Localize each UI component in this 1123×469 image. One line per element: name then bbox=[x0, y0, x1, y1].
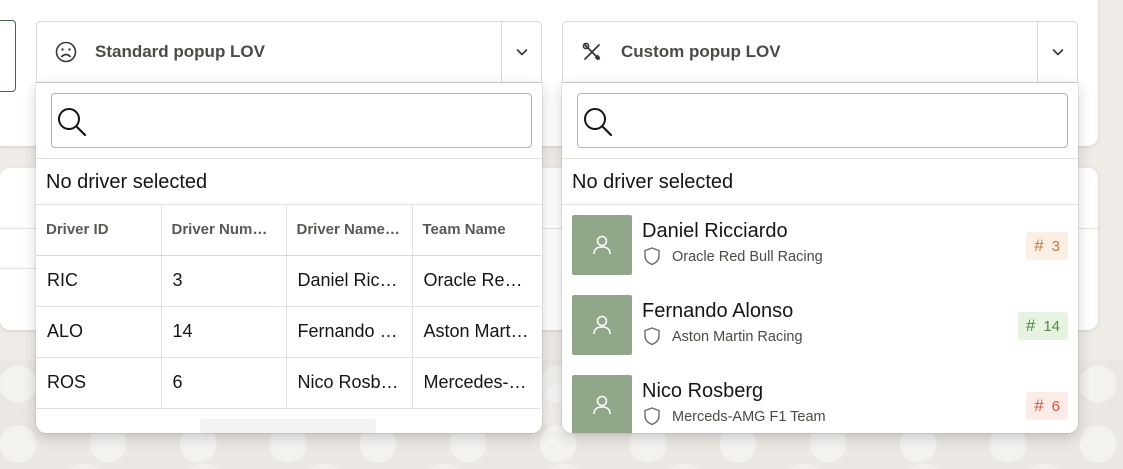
search-icon bbox=[584, 108, 613, 137]
driver-number-badge: # 3 bbox=[1026, 232, 1068, 260]
standard-lov-popup: No driver selected Driver ID Driver Numb… bbox=[36, 83, 542, 433]
column-header-driver-name[interactable]: Driver Name… bbox=[286, 205, 413, 256]
driver-name: Daniel Ricciardo bbox=[642, 220, 788, 242]
cell-driver-name: Daniel Ric… bbox=[286, 255, 413, 307]
driver-name: Nico Rosberg bbox=[642, 380, 764, 402]
no-selection-text: No driver selected bbox=[562, 158, 1078, 205]
user-icon bbox=[593, 235, 611, 255]
driver-number: 14 bbox=[1043, 317, 1060, 335]
driver-number-badge: # 14 bbox=[1017, 312, 1068, 340]
list-item[interactable]: Daniel Ricciardo Oracle Red Bull Racing … bbox=[562, 205, 1078, 285]
list-item[interactable]: Nico Rosberg Merceds-AMG F1 Team # 6 bbox=[562, 365, 1078, 433]
table-row[interactable]: ROS 6 Nico Rosb… Mercedes-… bbox=[36, 357, 541, 409]
user-icon bbox=[593, 395, 611, 415]
driver-number: 3 bbox=[1051, 237, 1060, 255]
avatar bbox=[572, 295, 632, 355]
search-icon bbox=[58, 108, 87, 137]
driver-number: 6 bbox=[1051, 397, 1060, 415]
driver-number-badge: # 6 bbox=[1026, 392, 1068, 420]
driver-card-list: Daniel Ricciardo Oracle Red Bull Racing … bbox=[562, 205, 1078, 433]
team-name: Oracle Red Bull Racing bbox=[672, 249, 823, 265]
custom-lov-field[interactable]: Custom popup LOV bbox=[562, 21, 1078, 83]
hash-icon: # bbox=[1034, 236, 1044, 255]
cell-team-name: Oracle Red… bbox=[412, 255, 541, 307]
cell-driver-name: Nico Rosb… bbox=[286, 357, 413, 409]
standard-lov-trigger[interactable] bbox=[501, 22, 541, 82]
custom-lov-popup: No driver selected Daniel Ricciardo Orac… bbox=[562, 83, 1078, 433]
divider bbox=[0, 268, 40, 269]
chevron-down-icon bbox=[516, 49, 527, 56]
column-header-team-name[interactable]: Team Name bbox=[412, 205, 541, 256]
hash-icon: # bbox=[1034, 396, 1044, 415]
grid-header-row: Driver ID Driver Number Driver Name… Tea… bbox=[36, 205, 541, 256]
cell-driver-number: 3 bbox=[161, 255, 287, 307]
tools-icon bbox=[563, 41, 621, 63]
shield-icon bbox=[644, 327, 660, 346]
avatar bbox=[572, 375, 632, 433]
standard-lov-label: Standard popup LOV bbox=[95, 42, 265, 61]
drivers-grid: Driver ID Driver Number Driver Name… Tea… bbox=[36, 205, 541, 409]
standard-search-input[interactable] bbox=[96, 102, 523, 140]
sad-face-icon bbox=[37, 41, 95, 63]
cell-driver-name: Fernando … bbox=[286, 306, 413, 358]
avatar bbox=[572, 215, 632, 275]
cell-driver-id: ROS bbox=[36, 357, 162, 409]
custom-lov-label: Custom popup LOV bbox=[621, 42, 781, 61]
standard-search-box[interactable] bbox=[51, 93, 532, 148]
cell-team-name: Aston Mart… bbox=[412, 306, 541, 358]
team-name: Aston Martin Racing bbox=[672, 329, 803, 345]
shield-icon bbox=[644, 407, 660, 426]
column-header-driver-number[interactable]: Driver Number bbox=[161, 205, 287, 256]
table-row[interactable]: RIC 3 Daniel Ric… Oracle Red… bbox=[36, 255, 541, 307]
cell-driver-number: 14 bbox=[161, 306, 287, 358]
horizontal-scrollbar[interactable] bbox=[200, 419, 376, 433]
user-icon bbox=[593, 315, 611, 335]
shield-icon bbox=[644, 247, 660, 266]
standard-lov-field[interactable]: Standard popup LOV bbox=[36, 21, 542, 83]
table-row[interactable]: ALO 14 Fernando … Aston Mart… bbox=[36, 306, 541, 358]
no-selection-text: No driver selected bbox=[36, 158, 542, 205]
custom-search-box[interactable] bbox=[577, 93, 1068, 148]
cell-driver-id: RIC bbox=[36, 255, 162, 307]
driver-name: Fernando Alonso bbox=[642, 300, 794, 322]
custom-search-input[interactable] bbox=[622, 102, 1059, 140]
column-header-driver-id[interactable]: Driver ID bbox=[36, 205, 162, 256]
custom-lov-trigger[interactable] bbox=[1037, 22, 1077, 82]
team-name: Merceds-AMG F1 Team bbox=[672, 409, 826, 425]
cell-driver-id: ALO bbox=[36, 306, 162, 358]
cell-team-name: Mercedes-… bbox=[412, 357, 541, 409]
chevron-down-icon bbox=[1052, 49, 1063, 56]
cell-driver-number: 6 bbox=[161, 357, 287, 409]
focused-field-edge[interactable] bbox=[0, 20, 16, 92]
hash-icon: # bbox=[1025, 316, 1036, 335]
list-item[interactable]: Fernando Alonso Aston Martin Racing # 14 bbox=[562, 285, 1078, 365]
